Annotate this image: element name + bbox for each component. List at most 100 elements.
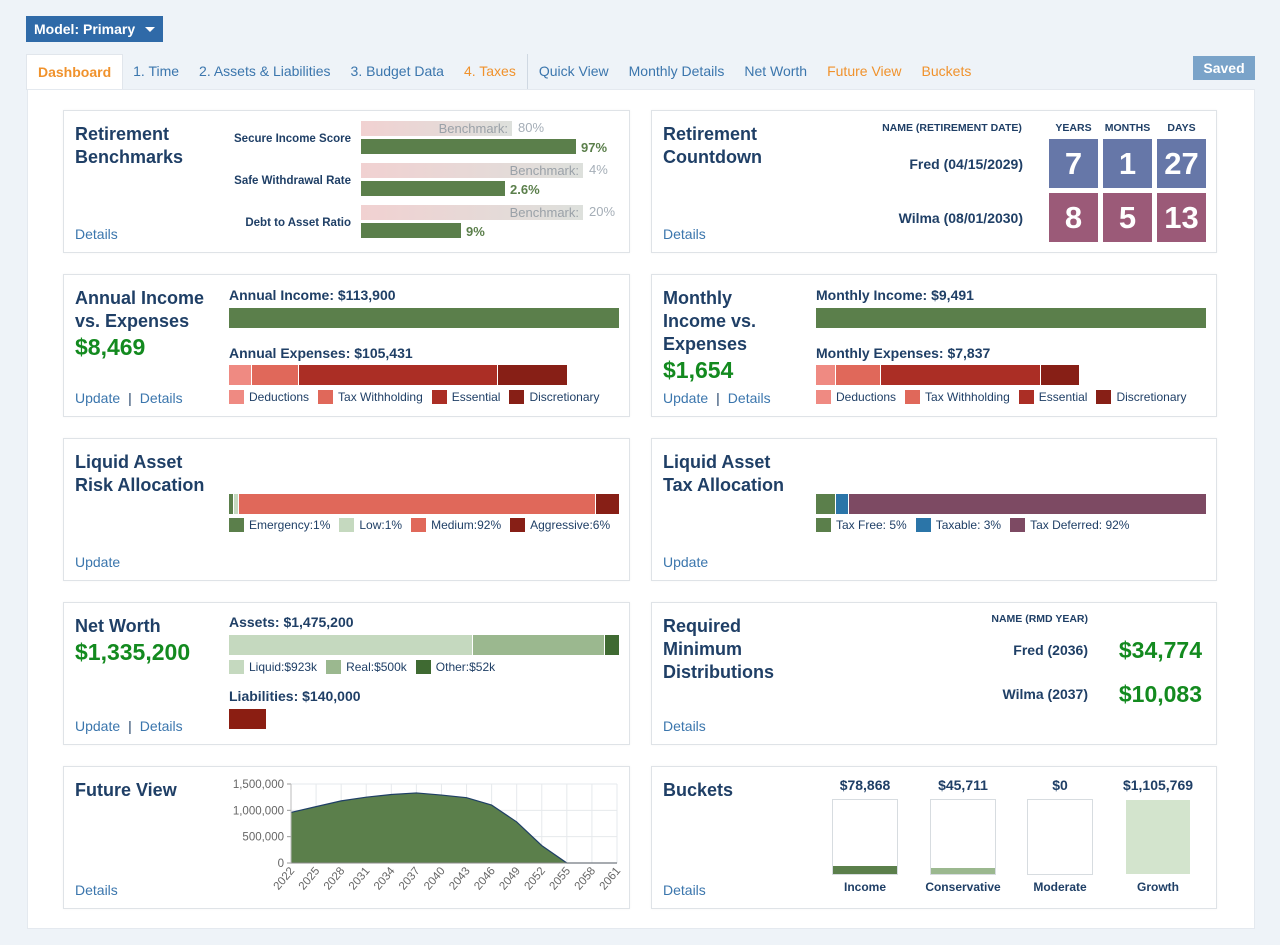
days-box: 13 bbox=[1157, 193, 1206, 242]
tab-assets-liabilities[interactable]: 2. Assets & Liabilities bbox=[189, 54, 341, 90]
x-tick-label: 2025 bbox=[297, 865, 323, 892]
legend-item: Emergency:1% bbox=[229, 518, 330, 532]
retirement-benchmarks-card: Retirement Benchmarks Secure Income Scor… bbox=[63, 110, 630, 253]
benchmark-row-label: Safe Withdrawal Rate bbox=[234, 175, 351, 187]
benchmark-bar: Benchmark: bbox=[361, 205, 583, 220]
legend-label: Tax Withholding bbox=[338, 390, 423, 404]
card-links: Details bbox=[75, 882, 118, 898]
person-name: Wilma (08/01/2030) bbox=[898, 210, 1023, 226]
bucket-name: Income bbox=[843, 880, 886, 894]
bar-segment bbox=[251, 365, 300, 385]
bucket-value: $0 bbox=[1052, 777, 1068, 793]
legend-item: Discretionary bbox=[1096, 390, 1187, 404]
y-tick-label: 500,000 bbox=[242, 832, 284, 844]
details-link[interactable]: Details bbox=[75, 226, 118, 242]
tab-time[interactable]: 1. Time bbox=[123, 54, 189, 90]
tab-budget-data[interactable]: 3. Budget Data bbox=[341, 54, 454, 90]
details-link[interactable]: Details bbox=[140, 718, 183, 734]
legend-swatch bbox=[1096, 390, 1112, 404]
benchmark-bar: Benchmark: bbox=[361, 163, 583, 178]
details-link[interactable]: Details bbox=[140, 390, 183, 406]
legend-item: Discretionary bbox=[509, 390, 600, 404]
details-link[interactable]: Details bbox=[75, 882, 118, 898]
model-selector[interactable]: Model: Primary bbox=[26, 16, 164, 42]
tab-monthly-details[interactable]: Monthly Details bbox=[619, 54, 735, 90]
legend-swatch bbox=[1010, 518, 1026, 532]
buckets-card: Buckets $78,868 Income $45,711 Conservative… bbox=[651, 766, 1217, 909]
card-title-line: Monthly bbox=[663, 288, 732, 308]
legend-item: Taxable: 3% bbox=[915, 518, 1001, 532]
x-tick-label: 2055 bbox=[548, 865, 574, 892]
column-header-name: NAME (RETIREMENT DATE) bbox=[882, 122, 1022, 134]
tax-allocation-card: Liquid Asset Tax Allocation Tax Free: 5%… bbox=[651, 438, 1217, 581]
benchmark-row-label: Secure Income Score bbox=[234, 133, 351, 145]
x-tick-label: 2061 bbox=[598, 865, 624, 892]
update-link[interactable]: Update bbox=[663, 390, 708, 406]
details-link[interactable]: Details bbox=[663, 718, 706, 734]
x-tick-label: 2058 bbox=[573, 865, 599, 892]
card-title-line: Required bbox=[663, 616, 742, 636]
card-title: Retirement Benchmarks bbox=[75, 123, 183, 169]
legend-label: Tax Withholding bbox=[925, 390, 1010, 404]
surplus-value: $1,654 bbox=[663, 357, 734, 383]
legend-label: Discretionary bbox=[529, 390, 600, 404]
details-link[interactable]: Details bbox=[663, 226, 706, 242]
card-title: Net Worth $1,335,200 bbox=[75, 615, 190, 666]
update-link[interactable]: Update bbox=[75, 554, 120, 570]
income-label: Annual Income: $113,900 bbox=[229, 287, 396, 303]
years-box: 7 bbox=[1049, 139, 1098, 188]
legend-swatch bbox=[229, 660, 244, 674]
actual-bar bbox=[361, 223, 461, 238]
rmd-amount: $34,774 bbox=[1118, 637, 1202, 663]
card-title-line: Future View bbox=[75, 780, 177, 800]
bar-segment bbox=[472, 635, 606, 655]
model-selector-label: Model: Primary bbox=[34, 21, 136, 37]
legend-swatch bbox=[326, 660, 342, 674]
tax-legend: Tax Free: 5% Taxable: 3% Tax Deferred: 92% bbox=[816, 518, 1138, 532]
bar-segment bbox=[498, 365, 567, 385]
expenses-legend: Deductions Tax Withholding Essential Discre… bbox=[816, 390, 1196, 404]
update-link[interactable]: Update bbox=[663, 554, 708, 570]
tab-net-worth[interactable]: Net Worth bbox=[734, 54, 817, 90]
legend-swatch bbox=[229, 518, 244, 532]
tab-buckets[interactable]: Buckets bbox=[912, 54, 982, 90]
surplus-value: $8,469 bbox=[75, 334, 146, 360]
legend-label: Essential bbox=[451, 390, 501, 404]
net-worth-value: $1,335,200 bbox=[75, 639, 191, 665]
bar-segment bbox=[229, 635, 473, 655]
legend-item: Tax Deferred: 92% bbox=[1010, 518, 1129, 532]
x-tick-label: 2040 bbox=[422, 865, 448, 892]
card-links: Update | Details bbox=[663, 390, 771, 406]
legend-label: Deductions bbox=[836, 390, 897, 404]
bucket-fill bbox=[1126, 800, 1190, 874]
details-link[interactable]: Details bbox=[663, 882, 706, 898]
tab-bar: Dashboard 1. Time 2. Assets & Liabilitie… bbox=[26, 54, 981, 90]
bucket-value: $1,105,769 bbox=[1122, 777, 1194, 793]
update-link[interactable]: Update bbox=[75, 390, 120, 406]
card-title-line: Countdown bbox=[663, 147, 762, 167]
card-title-line: Tax Allocation bbox=[663, 475, 785, 495]
update-link[interactable]: Update bbox=[75, 718, 120, 734]
legend-item: Deductions bbox=[816, 390, 896, 404]
expenses-legend: Deductions Tax Withholding Essential Discre… bbox=[229, 390, 609, 404]
legend-label: Low:1% bbox=[359, 518, 403, 532]
saved-button[interactable]: Saved bbox=[1193, 56, 1255, 80]
tab-dashboard[interactable]: Dashboard bbox=[26, 54, 124, 90]
tab-future-view[interactable]: Future View bbox=[817, 54, 911, 90]
legend-swatch bbox=[510, 518, 526, 532]
legend-swatch bbox=[816, 390, 831, 404]
legend-swatch bbox=[509, 390, 525, 404]
legend-label: Tax Free: 5% bbox=[836, 518, 907, 532]
bar-segment bbox=[816, 365, 836, 385]
tab-quick-view[interactable]: Quick View bbox=[529, 54, 619, 90]
tab-taxes[interactable]: 4. Taxes bbox=[454, 54, 526, 90]
legend-swatch bbox=[339, 518, 355, 532]
column-header-years: YEARS bbox=[1055, 122, 1092, 134]
income-label: Monthly Income: $9,491 bbox=[816, 287, 974, 303]
details-link[interactable]: Details bbox=[728, 390, 771, 406]
legend-label: Discretionary bbox=[1116, 390, 1187, 404]
bar-segment bbox=[836, 365, 882, 385]
card-links: Details bbox=[663, 718, 706, 734]
bar-segment bbox=[595, 494, 620, 514]
rmd-card: Required Minimum Distributions NAME (RMD… bbox=[651, 602, 1217, 745]
